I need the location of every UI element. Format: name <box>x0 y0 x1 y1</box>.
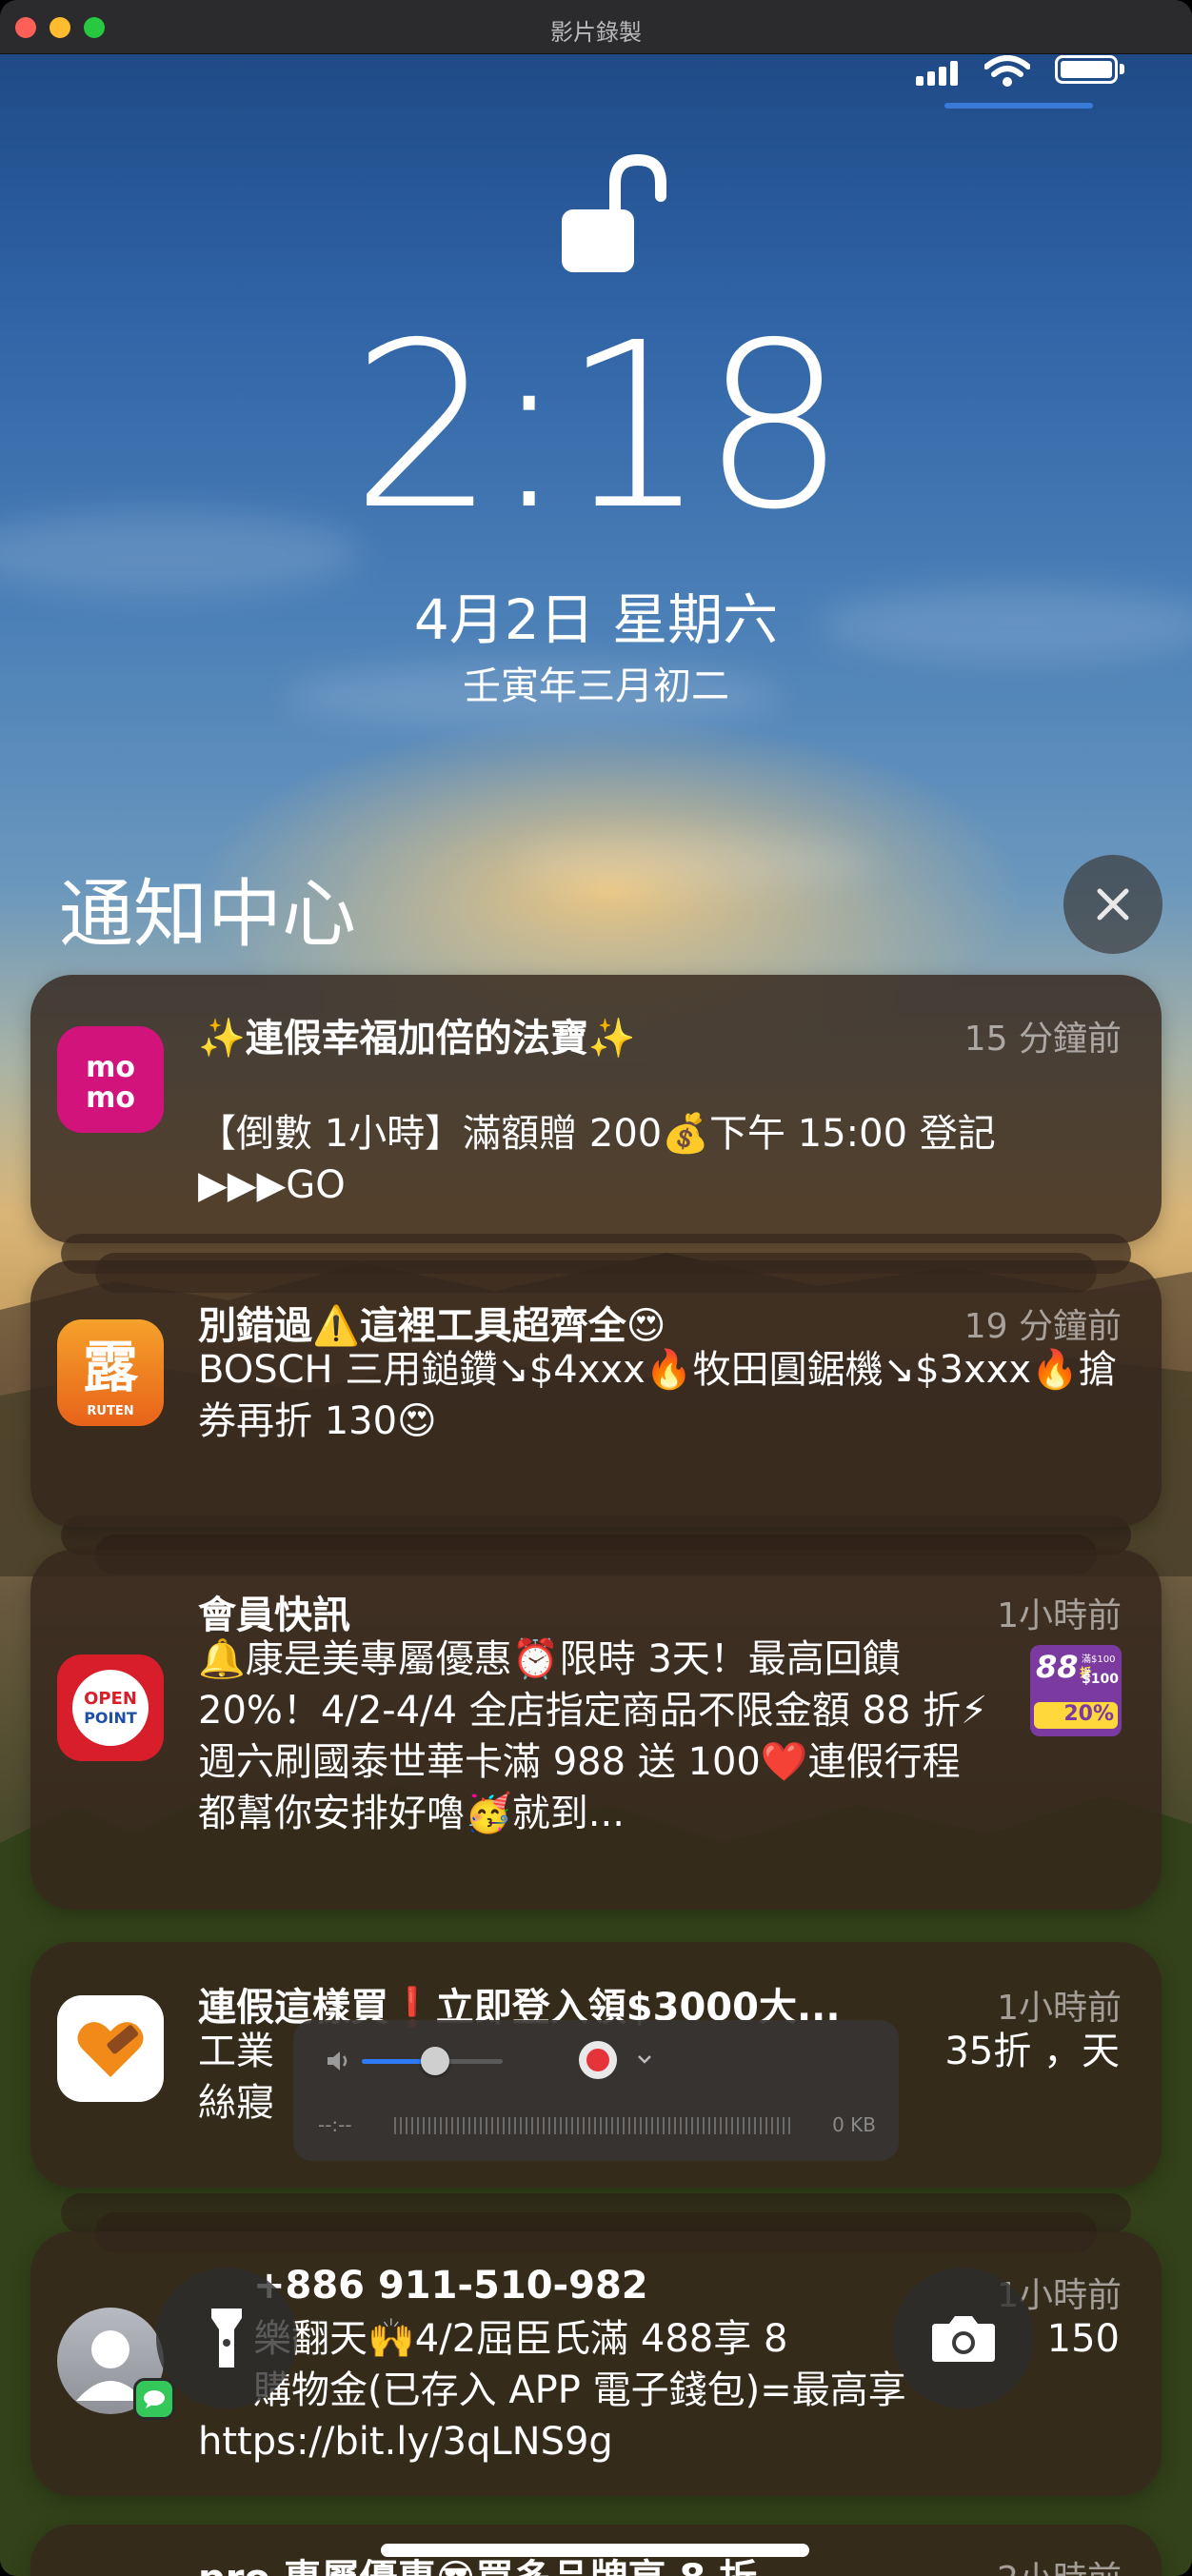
cloud <box>514 834 876 891</box>
notification-title: +886 911-510-982 <box>253 2264 648 2308</box>
volume-slider[interactable] <box>362 2047 503 2075</box>
volume-slider-knob[interactable] <box>420 2047 449 2075</box>
recording-size: 0 KB <box>832 2113 876 2136</box>
person-avatar-icon <box>57 2308 175 2420</box>
recorder-widget: --:-- 0 KB <box>293 2020 899 2161</box>
camera-icon <box>932 2316 995 2362</box>
notification-title: 別錯過⚠️這裡工具超齊全😍 <box>198 1304 666 1348</box>
notification-title: 會員快訊 <box>198 1594 350 1637</box>
svg-text:POINT: POINT <box>84 1709 137 1727</box>
battery-icon <box>1055 55 1118 84</box>
window-title: 影片錄製 <box>550 19 642 46</box>
ruten-app-icon: 露 RUTEN <box>57 1319 164 1426</box>
notification-card-momo[interactable]: mo mo ✨連假幸福加倍的法寶✨ 15 分鐘前 【倒數 1小時】滿額贈 200… <box>30 975 1162 1243</box>
recording-window: 影片錄製 2:18 4月2日 星期六 壬寅年三月初二 通知中心 mo mo ✨連… <box>0 0 1192 2576</box>
camera-button[interactable] <box>893 2268 1034 2408</box>
notification-body-line-right: 150 <box>1046 2317 1120 2361</box>
signal-icon <box>916 61 958 86</box>
flashlight-button[interactable] <box>156 2268 297 2408</box>
close-icon <box>1097 888 1129 921</box>
flashlight-icon <box>211 2308 242 2368</box>
iphone-lock-screen: 2:18 4月2日 星期六 壬寅年三月初二 通知中心 mo mo ✨連假幸福加倍… <box>0 53 1192 2576</box>
wifi-icon <box>984 55 1030 87</box>
lock-screen-time: 2:18 <box>350 293 847 560</box>
heart-bag-app-icon <box>57 1995 164 2102</box>
audio-level-meter <box>394 2117 794 2134</box>
openpoint-app-icon: OPEN POINT <box>57 1655 164 1761</box>
promo-discount: 88 <box>1036 1649 1079 1685</box>
unlocked-padlock-icon <box>562 154 666 272</box>
window-titlebar: 影片錄製 <box>0 0 1192 54</box>
home-indicator[interactable] <box>381 2544 809 2557</box>
notification-time: 1小時前 <box>997 1989 1122 2028</box>
clear-notifications-button[interactable] <box>1063 855 1162 954</box>
momo-app-icon: mo mo <box>57 1026 164 1133</box>
promo-percent: 20% <box>1034 1702 1118 1729</box>
notification-body: 🔔康是美專屬優惠⏰限時 3天！最高回饋 20%！4/2-4/4 全店指定商品不限… <box>198 1637 988 1835</box>
messages-badge-icon <box>133 2378 175 2420</box>
battery-nub <box>1120 64 1124 74</box>
svg-text:mo: mo <box>86 1081 135 1113</box>
lunar-date: 壬寅年三月初二 <box>463 664 729 708</box>
control-center-indicator[interactable] <box>944 103 1093 109</box>
notification-time: 2小時前 <box>997 2551 1122 2576</box>
notification-time: 1小時前 <box>997 1596 1122 1635</box>
svg-text:mo: mo <box>86 1051 135 1084</box>
svg-text:露: 露 <box>83 1335 139 1399</box>
notification-link[interactable]: https://bit.ly/3qLNS9g <box>198 2416 1120 2467</box>
lock-screen-date: 4月2日 星期六 <box>413 587 779 652</box>
promo-thumbnail: 88 折 滿$100送 $100 20% <box>1030 1645 1122 1736</box>
stacked-notification-edge <box>61 2193 1131 2233</box>
notification-card-openpoint[interactable]: OPEN POINT 會員快訊 1小時前 🔔康是美專屬優惠⏰限時 3天！最高回饋… <box>30 1550 1162 1910</box>
notification-body: BOSCH 三用鎚鑽↘$4xxx🔥牧田圓鋸機↘$3xxx🔥搶券再折 130😍 <box>198 1348 1117 1443</box>
notification-body: 【倒數 1小時】滿額贈 200💰下午 15:00 登記▶▶▶GO <box>198 1112 996 1207</box>
notification-card-ruten[interactable]: 露 RUTEN 別錯過⚠️這裡工具超齊全😍 19 分鐘前 BOSCH 三用鎚鑽↘… <box>30 1260 1162 1527</box>
promo-amount: $100 <box>1082 1672 1119 1687</box>
notification-center-title: 通知中心 <box>59 872 357 958</box>
chevron-down-icon[interactable] <box>636 2052 653 2066</box>
record-icon <box>586 2049 609 2071</box>
notification-time: 19 分鐘前 <box>964 1307 1122 1346</box>
record-button[interactable] <box>579 2041 617 2079</box>
notification-body-right: 35折 ，天 <box>944 2030 1120 2073</box>
ruten-icon-label: RUTEN <box>87 1404 133 1418</box>
status-bar <box>0 53 1192 110</box>
recording-elapsed: --:-- <box>318 2113 352 2136</box>
speaker-icon <box>328 2051 348 2071</box>
notification-time: 15 分鐘前 <box>964 1020 1122 1059</box>
svg-text:OPEN: OPEN <box>84 1689 137 1709</box>
notification-title: ✨連假幸福加倍的法寶✨ <box>198 1017 636 1060</box>
